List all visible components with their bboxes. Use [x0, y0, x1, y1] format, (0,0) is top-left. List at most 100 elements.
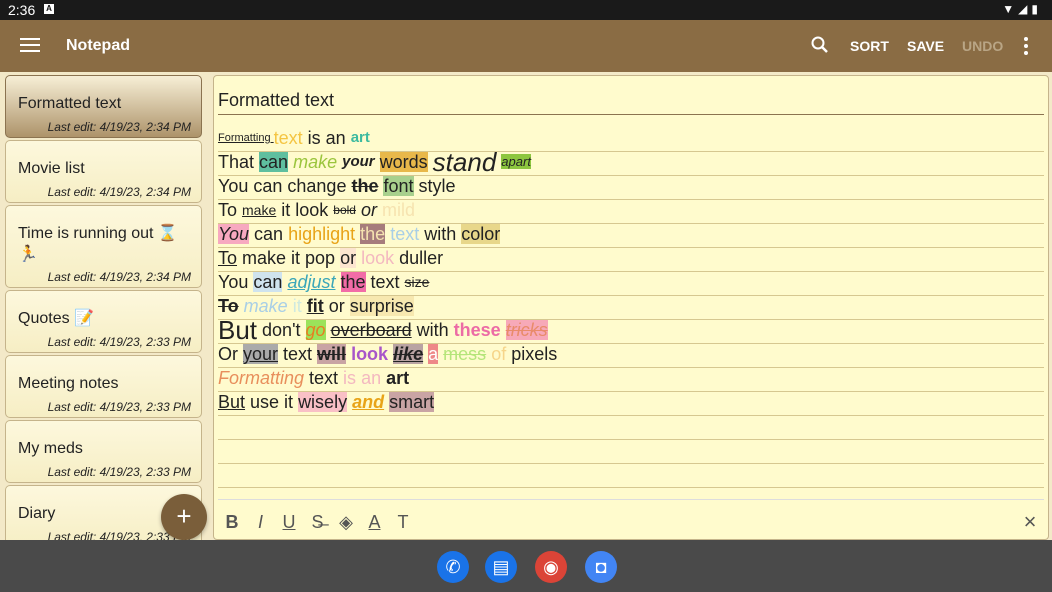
strikethrough-icon[interactable]: S̶	[308, 512, 328, 532]
navigation-bar: ✆ ▤ ◉ ◘	[0, 540, 1052, 592]
text-span: make	[243, 296, 288, 316]
sort-button[interactable]: SORT	[850, 38, 889, 54]
note-card[interactable]: Quotes 📝 Last edit: 4/19/23, 2:33 PM	[5, 290, 202, 353]
text-span: is	[343, 368, 357, 388]
text-line[interactable]	[218, 464, 1044, 488]
text-span: style	[413, 176, 456, 196]
note-card[interactable]: Meeting notes Last edit: 4/19/23, 2:33 PM	[5, 355, 202, 418]
save-button[interactable]: SAVE	[907, 38, 944, 54]
note-card-last-edit: Last edit: 4/19/23, 2:34 PM	[47, 120, 191, 134]
text-span: adjust	[287, 272, 336, 292]
text-span: Formatting	[218, 132, 274, 144]
text-span: But	[218, 315, 258, 345]
text-line[interactable]: Or your text will look like a mess of pi…	[218, 344, 1044, 368]
clock: 2:36	[8, 2, 36, 18]
text-span: smart	[389, 392, 435, 412]
text-line[interactable]: You can change the font style	[218, 176, 1044, 200]
menu-icon[interactable]	[20, 34, 40, 56]
close-toolbar-icon[interactable]: ×	[1020, 511, 1040, 533]
text-span: text	[273, 128, 303, 148]
note-card-title: Quotes 📝	[18, 310, 94, 327]
text-span: it	[292, 296, 302, 316]
text-span: You	[218, 272, 254, 292]
note-card-title: Formatted text	[18, 95, 122, 112]
system-icons: ▼◢▮	[1002, 2, 1042, 16]
bold-icon[interactable]: B	[222, 512, 242, 532]
text-span: text	[278, 344, 318, 364]
text-span: make	[242, 202, 277, 218]
text-span: mild	[382, 200, 416, 220]
text-size-icon[interactable]: T	[393, 512, 413, 532]
text-span: can	[253, 272, 283, 292]
text-span: your	[342, 153, 375, 170]
text-line[interactable]: You can adjust the text size	[218, 272, 1044, 296]
text-line[interactable]	[218, 416, 1044, 440]
text-span: the	[351, 176, 379, 196]
underline-icon[interactable]: U	[279, 512, 299, 532]
text-span: That	[218, 152, 260, 172]
text-span: make	[293, 152, 338, 172]
text-span: and	[352, 392, 385, 412]
text-color-icon[interactable]: A	[365, 512, 385, 532]
phone-app-icon[interactable]: ✆	[437, 551, 469, 583]
text-span: or	[360, 200, 377, 220]
text-span: words	[379, 152, 428, 172]
note-body[interactable]: Formatting text is an art That can make y…	[218, 128, 1044, 488]
text-line[interactable]: To make it look bold or mild	[218, 200, 1044, 224]
text-line[interactable]: Formatting text is an art	[218, 128, 1044, 152]
text-span: it look	[276, 200, 334, 220]
note-card-last-edit: Last edit: 4/19/23, 2:33 PM	[47, 400, 191, 414]
text-span: a	[428, 344, 439, 364]
text-span: go	[305, 320, 326, 340]
text-line[interactable]: To make it fit or surprise	[218, 296, 1044, 320]
text-span: make it pop	[237, 248, 341, 268]
text-span: You	[218, 224, 250, 244]
note-card-last-edit: Last edit: 4/19/23, 2:34 PM	[47, 270, 191, 284]
note-editor[interactable]: Formatted text Formatting text is an art…	[213, 75, 1049, 540]
text-span: your	[243, 344, 279, 364]
text-line[interactable]: But don't go overboard with these tricks	[218, 317, 1044, 344]
text-span: apart	[501, 154, 531, 169]
text-span: tricks	[505, 320, 548, 340]
format-toolbar: B I U S̶ ◈ A T ×	[218, 499, 1044, 539]
app-bar: Notepad SORT SAVE UNDO	[0, 20, 1052, 72]
add-note-button[interactable]: +	[161, 494, 207, 540]
note-card-title: Meeting notes	[18, 375, 119, 392]
chrome-app-icon[interactable]: ◉	[535, 551, 567, 583]
fill-color-icon[interactable]: ◈	[336, 512, 356, 532]
note-card-last-edit: Last edit: 4/19/23, 2:33 PM	[47, 335, 191, 349]
note-card[interactable]: Movie list Last edit: 4/19/23, 2:34 PM	[5, 140, 202, 203]
text-line[interactable]: Formatting text is an art	[218, 368, 1044, 392]
text-span: can	[259, 152, 289, 172]
text-line[interactable]: You can highlight the text with color	[218, 224, 1044, 248]
text-span: Formatting	[218, 368, 305, 388]
text-line[interactable]: But use it wisely and smart	[218, 392, 1044, 416]
text-span: Or	[218, 344, 243, 364]
text-span: To	[218, 248, 238, 268]
text-line[interactable]: That can make your words stand apart	[218, 149, 1044, 176]
note-card[interactable]: My meds Last edit: 4/19/23, 2:33 PM	[5, 420, 202, 483]
note-title[interactable]: Formatted text	[218, 90, 334, 111]
text-span: like	[393, 344, 424, 364]
text-span: with	[419, 224, 462, 244]
italic-icon[interactable]: I	[251, 512, 271, 532]
text-span: size	[404, 274, 430, 290]
more-options-icon[interactable]	[1024, 37, 1030, 55]
note-card[interactable]: Formatted text Last edit: 4/19/23, 2:34 P…	[5, 75, 202, 138]
camera-app-icon[interactable]: ◘	[585, 551, 617, 583]
text-line[interactable]: To make it pop or look duller	[218, 248, 1044, 272]
search-icon[interactable]	[810, 35, 830, 55]
app-title: Notepad	[66, 37, 130, 54]
messages-app-icon[interactable]: ▤	[485, 551, 517, 583]
text-span: pixels	[506, 344, 558, 364]
text-span: is an	[302, 128, 351, 148]
text-span: To	[218, 200, 243, 220]
note-card[interactable]: Time is running out ⌛🏃 Last edit: 4/19/23…	[5, 205, 202, 288]
sim-badge: A	[44, 4, 54, 14]
text-span: But	[218, 392, 246, 412]
text-span: the	[340, 272, 366, 292]
text-span	[335, 272, 340, 292]
text-line[interactable]	[218, 440, 1044, 464]
undo-button[interactable]: UNDO	[962, 38, 1003, 54]
notes-list: Formatted text Last edit: 4/19/23, 2:34 P…	[0, 72, 209, 540]
